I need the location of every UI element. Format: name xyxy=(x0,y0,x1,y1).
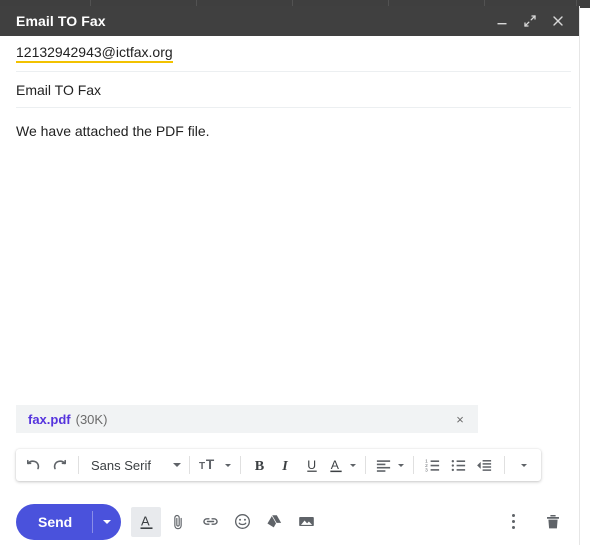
svg-text:A: A xyxy=(141,513,150,528)
attachment-chip[interactable]: fax.pdf (30K) × xyxy=(16,405,478,433)
minimize-button[interactable] xyxy=(489,8,515,34)
font-family-dropdown[interactable]: Sans Serif xyxy=(85,458,183,473)
compose-window: Email TO Fax 12132942943@ictfax.org Emai… xyxy=(0,6,580,545)
svg-text:A: A xyxy=(331,457,340,471)
undo-button[interactable] xyxy=(20,452,46,478)
redo-icon xyxy=(53,459,66,469)
align-dropdown[interactable] xyxy=(372,457,407,474)
numbered-list-icon: 123 xyxy=(426,458,440,473)
font-size-icon: T T xyxy=(199,457,215,472)
message-body-text: We have attached the PDF file. xyxy=(16,123,210,139)
text-color-dropdown[interactable]: A xyxy=(325,457,359,474)
close-icon xyxy=(553,16,563,26)
attachment-size: (30K) xyxy=(75,411,108,427)
underline-icon: U xyxy=(307,457,317,472)
formatting-icon: A xyxy=(140,513,153,529)
font-size-dropdown[interactable]: T T xyxy=(196,457,234,474)
chevron-down-icon xyxy=(103,519,112,524)
emoji-icon xyxy=(234,513,250,530)
recipient-value: 12132942943@ictfax.org xyxy=(16,44,173,63)
svg-text:T: T xyxy=(206,457,215,472)
toolbar-divider xyxy=(412,456,414,474)
more-options-button[interactable] xyxy=(498,507,528,537)
subject-field[interactable]: Email TO Fax xyxy=(16,72,571,108)
expand-icon xyxy=(524,15,536,27)
message-body[interactable]: We have attached the PDF file. xyxy=(16,108,571,368)
toolbar-divider xyxy=(503,456,505,474)
svg-text:B: B xyxy=(255,458,265,474)
italic-button[interactable]: I xyxy=(273,452,299,478)
subject-value: Email TO Fax xyxy=(16,81,102,98)
bold-icon: B xyxy=(255,458,265,474)
align-left-icon xyxy=(376,459,391,472)
svg-text:3: 3 xyxy=(426,467,429,473)
trash-icon xyxy=(547,514,559,528)
send-options-button[interactable] xyxy=(93,504,121,540)
font-family-label: Sans Serif xyxy=(91,457,151,473)
numbered-list-button[interactable]: 123 xyxy=(420,452,446,478)
compose-tool-icons: A xyxy=(131,506,498,537)
photo-icon xyxy=(298,516,314,527)
italic-icon: I xyxy=(281,458,288,474)
attachment-remove-button[interactable]: × xyxy=(452,411,468,427)
formatting-options-button[interactable]: A xyxy=(131,506,162,537)
chevron-down-icon xyxy=(520,463,527,467)
window-controls xyxy=(489,8,571,34)
expand-button[interactable] xyxy=(517,8,543,34)
discard-draft-button[interactable] xyxy=(538,507,568,537)
toolbar-divider xyxy=(78,456,79,474)
svg-text:T: T xyxy=(199,461,205,472)
undo-icon xyxy=(26,459,39,469)
page-root: Email TO Fax 12132942943@ictfax.org Emai… xyxy=(0,0,590,545)
send-button[interactable]: Send xyxy=(16,504,92,540)
recipient-field[interactable]: 12132942943@ictfax.org xyxy=(16,36,571,72)
formatting-toolbar: Sans Serif T T B I U A 1 2 3 xyxy=(16,449,541,481)
minimize-icon xyxy=(497,23,507,25)
chevron-down-icon xyxy=(224,463,231,467)
toolbar-divider xyxy=(188,456,190,474)
text-color-icon: A xyxy=(330,457,342,472)
bulleted-list-button[interactable] xyxy=(446,452,472,478)
indent-less-button[interactable] xyxy=(472,452,498,478)
paperclip-icon xyxy=(174,514,182,529)
link-icon xyxy=(202,518,218,525)
compose-header: Email TO Fax xyxy=(0,6,579,36)
svg-text:I: I xyxy=(281,458,288,474)
chevron-down-icon xyxy=(397,463,404,467)
bold-button[interactable]: B xyxy=(247,452,273,478)
attachment-filename: fax.pdf xyxy=(28,411,71,427)
send-button-group[interactable]: Send xyxy=(16,503,122,540)
insert-emoji-button[interactable] xyxy=(227,507,257,537)
toolbar-divider xyxy=(239,456,241,474)
bulleted-list-icon xyxy=(452,459,466,471)
chevron-down-icon xyxy=(349,463,356,467)
insert-drive-file-button[interactable] xyxy=(259,507,289,537)
close-button[interactable] xyxy=(545,8,571,34)
compose-right-actions xyxy=(498,507,568,537)
toolbar-divider xyxy=(364,456,366,474)
more-formatting-button[interactable] xyxy=(511,452,537,478)
google-drive-icon xyxy=(267,515,281,528)
insert-photo-button[interactable] xyxy=(291,507,321,537)
redo-button[interactable] xyxy=(46,452,72,478)
compose-action-bar: Send A xyxy=(0,498,580,545)
svg-text:U: U xyxy=(307,457,316,471)
compose-title: Email TO Fax xyxy=(16,13,106,29)
indent-less-icon xyxy=(477,459,492,471)
insert-link-button[interactable] xyxy=(195,507,225,537)
attach-files-button[interactable] xyxy=(163,507,193,537)
attachment-row: fax.pdf (30K) × xyxy=(16,405,478,433)
more-vert-icon xyxy=(511,514,515,529)
chevron-down-icon xyxy=(172,463,181,467)
underline-button[interactable]: U xyxy=(299,452,325,478)
